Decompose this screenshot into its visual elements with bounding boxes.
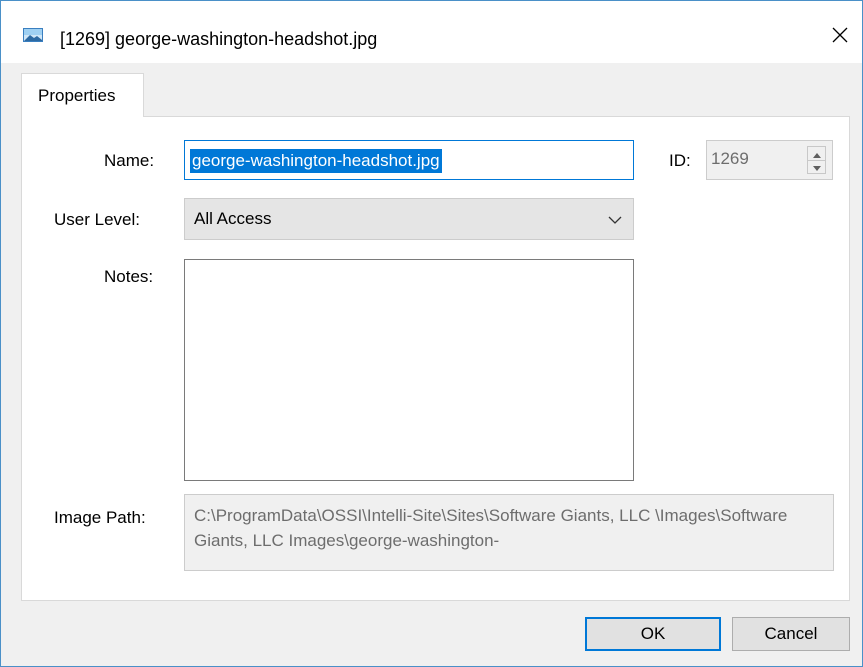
user-level-dropdown[interactable]: All Access [184, 198, 634, 240]
cancel-button[interactable]: Cancel [732, 617, 850, 651]
user-level-value: All Access [194, 209, 272, 228]
window-title: [1269] george-washington-headshot.jpg [60, 29, 378, 49]
notes-textarea[interactable] [184, 259, 634, 481]
chevron-down-icon [607, 213, 623, 225]
tab-properties-label: Properties [38, 86, 116, 105]
close-icon [832, 27, 848, 48]
properties-dialog: [1269] george-washington-headshot.jpg Pr… [0, 0, 863, 667]
notes-label: Notes: [104, 267, 154, 286]
close-button[interactable] [823, 21, 857, 53]
image-file-icon [23, 28, 43, 42]
name-label: Name: [104, 151, 155, 170]
image-path-label: Image Path: [54, 508, 146, 527]
id-value: 1269 [711, 149, 749, 168]
id-spinbox[interactable]: 1269 [706, 140, 833, 180]
name-input[interactable]: george-washington-headshot.jpg [184, 140, 634, 180]
ok-button[interactable]: OK [585, 617, 721, 651]
id-label: ID: [669, 151, 691, 170]
user-level-label: User Level: [54, 210, 140, 229]
name-input-value: george-washington-headshot.jpg [190, 149, 442, 173]
spin-down-button[interactable] [808, 160, 825, 173]
arrow-down-icon [812, 158, 821, 176]
tab-properties[interactable]: Properties [21, 73, 144, 117]
id-spinner[interactable] [807, 146, 826, 174]
title-bar[interactable]: [1269] george-washington-headshot.jpg [1, 1, 862, 63]
image-path-field[interactable]: C:\ProgramData\OSSI\Intelli-Site\Sites\S… [184, 494, 834, 571]
image-path-value: C:\ProgramData\OSSI\Intelli-Site\Sites\S… [194, 506, 788, 550]
